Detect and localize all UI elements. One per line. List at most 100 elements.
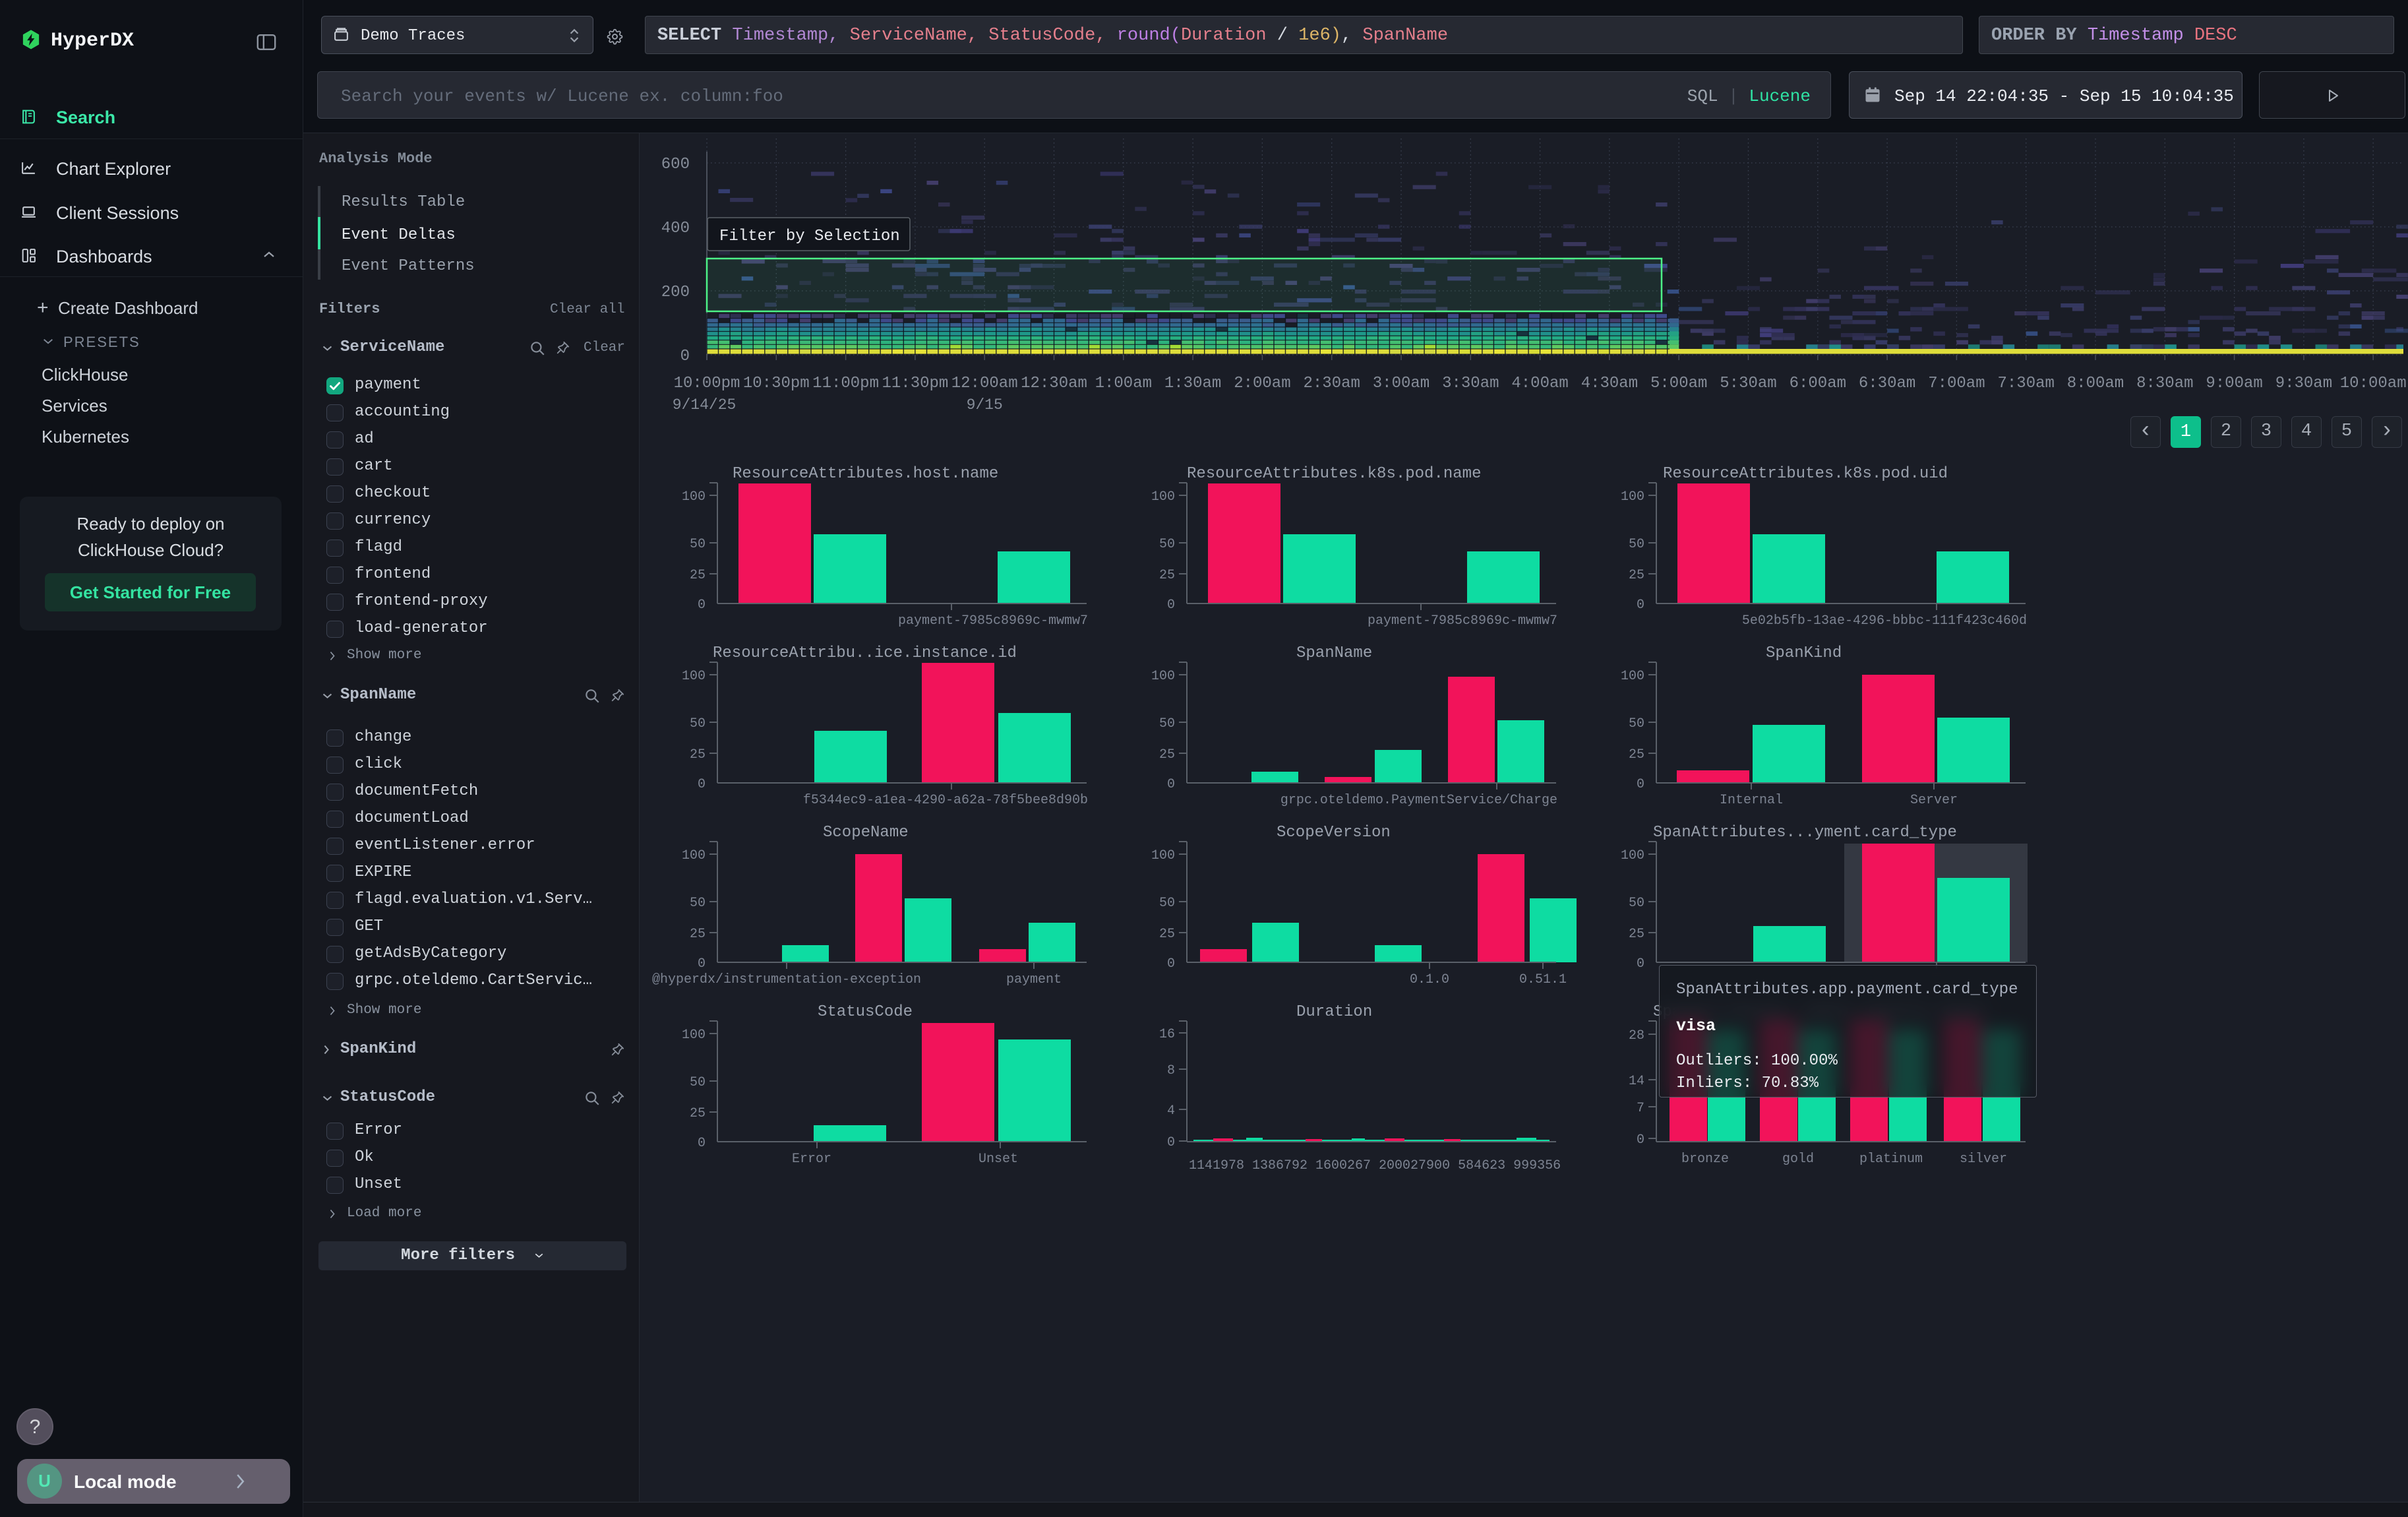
svg-text:12:00am: 12:00am (951, 375, 1018, 392)
svg-text:25: 25 (1159, 568, 1175, 583)
svg-text:bronze: bronze (1681, 1152, 1729, 1167)
svg-text:5:30am: 5:30am (1720, 375, 1776, 392)
svg-text:50: 50 (1629, 716, 1644, 731)
svg-text:0: 0 (1637, 1132, 1644, 1148)
svg-text:Error: Error (792, 1152, 831, 1167)
svg-text:100: 100 (1621, 489, 1644, 505)
svg-text:10:00am: 10:00am (2340, 375, 2407, 392)
svg-text:8:00am: 8:00am (2067, 375, 2124, 392)
svg-text:payment-7985c8969c-mwmw7: payment-7985c8969c-mwmw7 (898, 613, 1088, 629)
svg-text:50: 50 (1629, 896, 1644, 911)
svg-text:8:30am: 8:30am (2136, 375, 2193, 392)
svg-text:25: 25 (1159, 747, 1175, 762)
svg-text:Filter by Selection: Filter by Selection (719, 228, 900, 245)
svg-text:8: 8 (1167, 1063, 1175, 1078)
svg-text:0: 0 (698, 1136, 706, 1151)
svg-text:25: 25 (690, 927, 706, 942)
svg-text:0: 0 (1167, 598, 1175, 613)
svg-text:50: 50 (1159, 896, 1175, 911)
svg-text:25: 25 (1159, 927, 1175, 942)
svg-text:7:00am: 7:00am (1928, 375, 1985, 392)
svg-text:0: 0 (1637, 598, 1644, 613)
svg-text:grpc.oteldemo.PaymentService/C: grpc.oteldemo.PaymentService/Charge (1280, 793, 1557, 808)
svg-text:1:30am: 1:30am (1164, 375, 1221, 392)
svg-text:7: 7 (1637, 1101, 1644, 1116)
svg-text:25: 25 (690, 747, 706, 762)
svg-text:9/14/25: 9/14/25 (673, 396, 737, 414)
svg-text:11:30pm: 11:30pm (882, 375, 948, 392)
svg-text:50: 50 (1159, 537, 1175, 552)
svg-text:0: 0 (1167, 956, 1175, 972)
svg-text:ResourceAttributes.k8s.pod.uid: ResourceAttributes.k8s.pod.uid (1663, 465, 1948, 483)
svg-text:100: 100 (1151, 489, 1175, 505)
svg-text:ResourceAttribu..ice.instance.: ResourceAttribu..ice.instance.id (713, 644, 1017, 662)
svg-text:25: 25 (1629, 568, 1644, 583)
svg-text:7:30am: 7:30am (1997, 375, 2054, 392)
svg-text:0: 0 (1167, 777, 1175, 792)
svg-text:platinum: platinum (1859, 1152, 1923, 1167)
svg-text:100: 100 (682, 489, 706, 505)
svg-text:4:00am: 4:00am (1511, 375, 1568, 392)
svg-text:3:30am: 3:30am (1442, 375, 1499, 392)
svg-text:9:00am: 9:00am (2206, 375, 2262, 392)
svg-text:9/15: 9/15 (967, 396, 1003, 414)
svg-text:5:00am: 5:00am (1650, 375, 1707, 392)
svg-text:0: 0 (1167, 1135, 1175, 1150)
svg-text:2:00am: 2:00am (1234, 375, 1290, 392)
svg-text:4:30am: 4:30am (1581, 375, 1638, 392)
svg-text:10:30pm: 10:30pm (743, 375, 810, 392)
svg-text:0: 0 (680, 348, 690, 365)
svg-text:gold: gold (1782, 1152, 1814, 1167)
svg-text:25: 25 (1629, 927, 1644, 942)
svg-text:28: 28 (1629, 1028, 1644, 1043)
svg-text:50: 50 (1629, 537, 1644, 552)
svg-text:5e02b5fb-13ae-4296-bbbc-111f42: 5e02b5fb-13ae-4296-bbbc-111f423c460d (1742, 613, 2027, 629)
svg-text:1:00am: 1:00am (1095, 375, 1152, 392)
svg-text:10:00pm: 10:00pm (674, 375, 740, 392)
svg-text:100: 100 (1151, 848, 1175, 863)
svg-text:400: 400 (661, 220, 690, 237)
svg-text:100: 100 (1151, 669, 1175, 684)
svg-text:25: 25 (690, 1106, 706, 1121)
svg-text:50: 50 (690, 896, 706, 911)
svg-text:Internal: Internal (1720, 793, 1783, 808)
svg-text:6:00am: 6:00am (1790, 375, 1846, 392)
svg-text:Duration: Duration (1296, 1003, 1372, 1021)
svg-text:f5344ec9-a1ea-4290-a62a-78f5be: f5344ec9-a1ea-4290-a62a-78f5bee8d90b (803, 793, 1088, 808)
svg-text:6:30am: 6:30am (1859, 375, 1915, 392)
svg-text:12:30am: 12:30am (1021, 375, 1087, 392)
svg-text:25: 25 (1629, 747, 1644, 762)
svg-text:200: 200 (661, 284, 690, 301)
svg-text:9:30am: 9:30am (2275, 375, 2332, 392)
svg-text:StatusCode: StatusCode (818, 1003, 913, 1021)
svg-text:0: 0 (698, 598, 706, 613)
svg-text:100: 100 (682, 848, 706, 863)
svg-text:16: 16 (1159, 1027, 1175, 1042)
svg-text:0: 0 (1637, 777, 1644, 792)
svg-text:14: 14 (1629, 1074, 1644, 1089)
svg-text:Unset: Unset (978, 1152, 1018, 1167)
svg-text:SpanKind: SpanKind (1766, 644, 1842, 662)
svg-text:ScopeName: ScopeName (823, 824, 909, 842)
svg-text:4: 4 (1167, 1103, 1175, 1119)
svg-text:100: 100 (1621, 848, 1644, 863)
svg-text:0.51.1: 0.51.1 (1519, 972, 1567, 987)
svg-text:ResourceAttributes.k8s.pod.nam: ResourceAttributes.k8s.pod.name (1187, 465, 1481, 483)
svg-text:50: 50 (690, 716, 706, 731)
svg-text:Server: Server (1910, 793, 1958, 808)
svg-text:SpanAttributes...yment.card_ty: SpanAttributes...yment.card_type (1653, 824, 1957, 842)
svg-text:50: 50 (690, 1075, 706, 1090)
svg-text:100: 100 (682, 669, 706, 684)
svg-text:3:00am: 3:00am (1373, 375, 1430, 392)
svg-text:600: 600 (661, 156, 690, 173)
svg-text:11:00pm: 11:00pm (812, 375, 879, 392)
svg-text:SpanName: SpanName (1296, 644, 1372, 662)
svg-text:silver: silver (1960, 1152, 2007, 1167)
svg-text:0: 0 (698, 777, 706, 792)
svg-text:payment: payment (1006, 972, 1062, 987)
svg-text:0: 0 (1637, 956, 1644, 972)
svg-text:100: 100 (682, 1028, 706, 1043)
svg-text:payment-7985c8969c-mwmw7: payment-7985c8969c-mwmw7 (1368, 613, 1557, 629)
svg-text:25: 25 (690, 568, 706, 583)
svg-text:100: 100 (1621, 669, 1644, 684)
